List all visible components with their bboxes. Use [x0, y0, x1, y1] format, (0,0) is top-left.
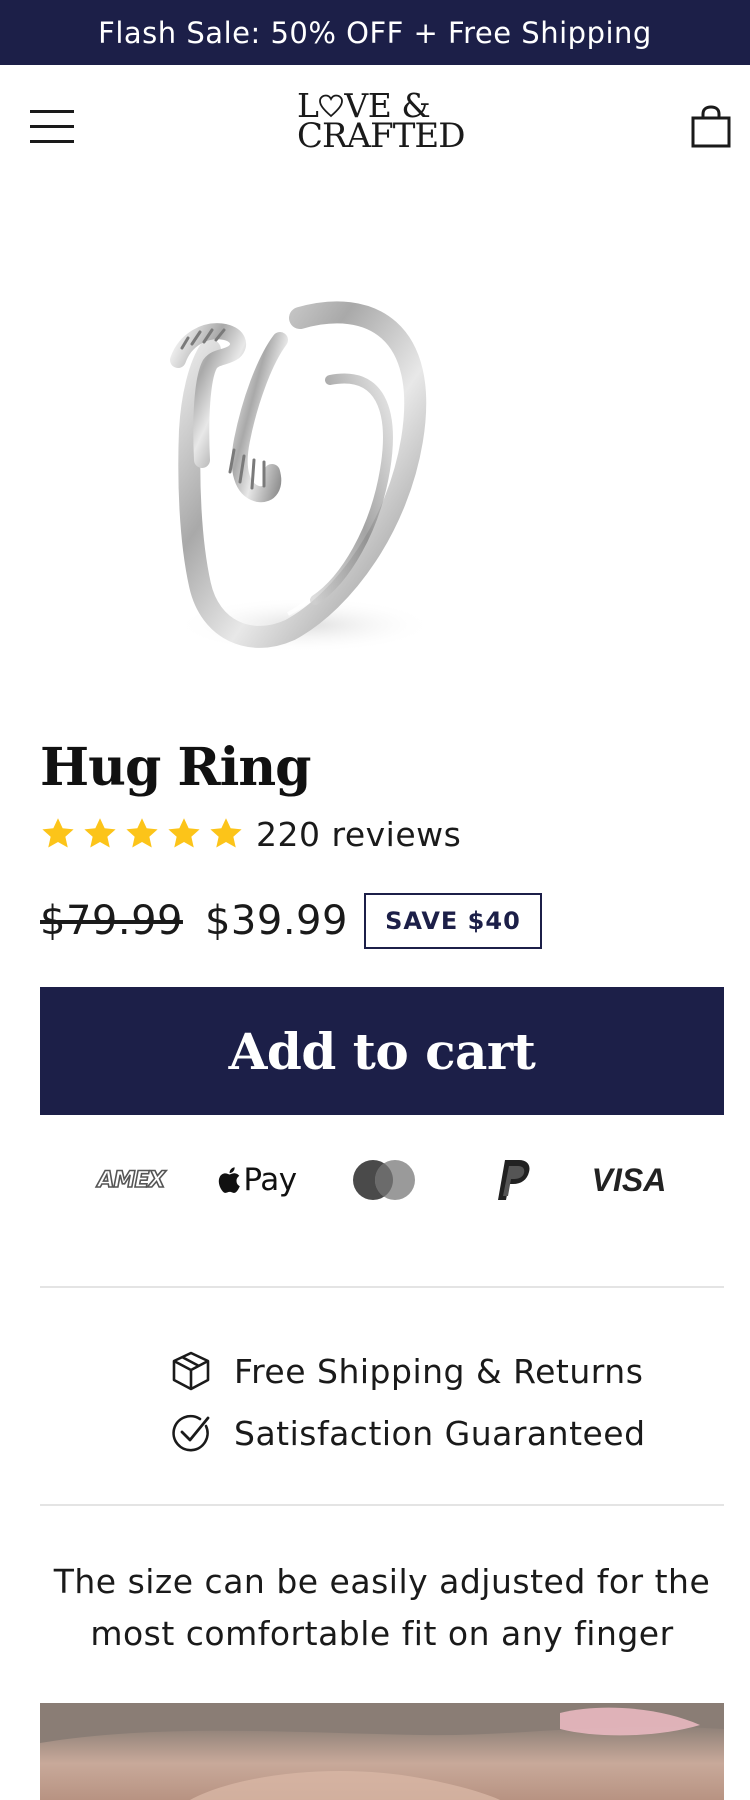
- feature-guarantee: Satisfaction Guaranteed: [170, 1402, 646, 1464]
- rating-stars: [40, 816, 244, 852]
- rating[interactable]: 220 reviews: [40, 812, 461, 856]
- feature-label: Free Shipping & Returns: [234, 1351, 644, 1391]
- star-icon: [210, 818, 242, 848]
- cart-button[interactable]: [690, 105, 732, 149]
- product-image[interactable]: [130, 300, 450, 695]
- payment-icons: AMEX Pay VISA: [40, 1150, 724, 1210]
- features-list: Free Shipping & Returns Satisfaction Gua…: [170, 1340, 646, 1464]
- reviews-count[interactable]: 220 reviews: [256, 815, 461, 854]
- ring-image: [170, 301, 435, 653]
- product-description: The size can be easily adjusted for the …: [53, 1562, 711, 1653]
- check-circle-icon: [172, 1414, 210, 1452]
- divider: [40, 1286, 724, 1288]
- save-badge: SAVE $40: [363, 893, 542, 949]
- heart-icon: [319, 94, 344, 118]
- star-icon: [168, 818, 200, 848]
- paypal-icon: [484, 1150, 544, 1210]
- feature-label: Satisfaction Guaranteed: [234, 1413, 646, 1453]
- star-icon: [42, 818, 74, 848]
- visa-icon: VISA: [591, 1161, 667, 1198]
- logo-text-c: CRAFTED: [297, 116, 466, 156]
- site-header: L VE & CRAFTED: [0, 65, 750, 190]
- divider: [40, 1504, 724, 1506]
- announcement-bar: Flash Sale: 50% OFF + Free Shipping: [0, 0, 750, 65]
- star-icon: [126, 818, 158, 848]
- lifestyle-image[interactable]: [40, 1703, 724, 1800]
- amex-icon: AMEX: [97, 1167, 167, 1194]
- apple-pay-icon: Pay: [212, 1150, 302, 1210]
- sale-price: $39.99: [204, 898, 348, 944]
- add-to-cart-button[interactable]: Add to cart: [40, 987, 724, 1115]
- feature-shipping: Free Shipping & Returns: [170, 1340, 646, 1402]
- site-logo[interactable]: L VE & CRAFTED: [297, 89, 472, 156]
- compare-at-price: $79.99: [40, 898, 183, 944]
- product-title: Hug Ring: [40, 737, 312, 798]
- box-icon: [172, 1351, 210, 1391]
- cart-icon: [691, 105, 731, 148]
- price-row: $79.99 $39.99 SAVE $40: [40, 888, 542, 954]
- mastercard-icon: [348, 1150, 420, 1210]
- star-icon: [84, 818, 116, 848]
- announcement-text: Flash Sale: 50% OFF + Free Shipping: [98, 15, 652, 50]
- menu-button[interactable]: [30, 110, 74, 144]
